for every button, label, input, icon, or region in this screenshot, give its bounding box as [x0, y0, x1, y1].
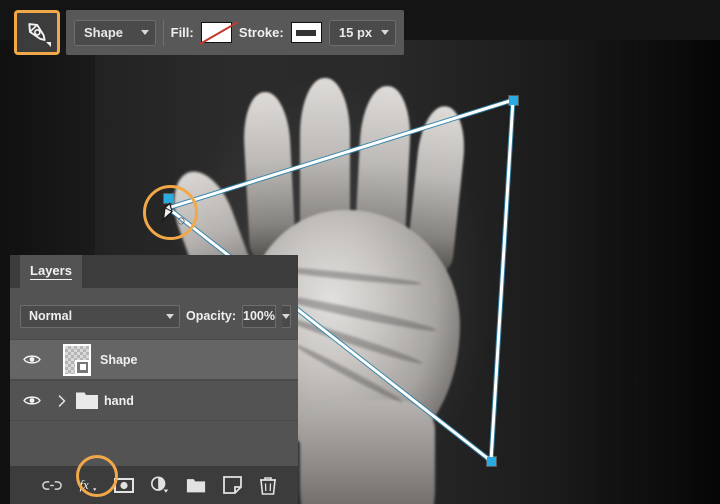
delete-layer-icon[interactable]	[258, 475, 278, 495]
new-group-icon[interactable]	[186, 475, 206, 495]
vector-shape-thumbnail	[63, 343, 91, 376]
stroke-swatch[interactable]	[290, 22, 322, 43]
chevron-down-icon	[166, 313, 174, 319]
vector-mask-icon	[75, 359, 90, 375]
layer-row-hand[interactable]: hand	[10, 380, 298, 421]
photoshop-window: Shape Fill: Stroke: 15 px Layers Normal …	[0, 0, 720, 504]
eye-icon	[23, 396, 41, 405]
fill-label: Fill:	[170, 25, 194, 40]
chevron-down-icon	[381, 30, 389, 35]
layer-name-shape: Shape	[100, 352, 138, 367]
pen-tool-icon	[28, 22, 51, 47]
layer-name-hand: hand	[104, 393, 134, 408]
divider	[162, 19, 164, 46]
layers-panel: Layers Normal Opacity: 100% Shape hand f…	[10, 255, 298, 504]
opacity-input[interactable]: 100%	[242, 304, 276, 328]
stroke-label: Stroke:	[238, 25, 284, 40]
layers-bottom-toolbar: fx	[10, 466, 298, 504]
chevron-down-icon	[282, 313, 290, 319]
folder-icon	[76, 392, 98, 409]
shape-mode-value: Shape	[84, 25, 124, 40]
anchor-point-highlight	[143, 185, 198, 240]
eye-icon	[23, 355, 41, 364]
layer-thumbnail-shape[interactable]	[54, 343, 100, 376]
stroke-width-value: 15 px	[338, 25, 373, 40]
fill-swatch[interactable]	[199, 21, 239, 45]
link-layers-icon[interactable]	[42, 475, 62, 495]
photo-right-edge	[634, 40, 720, 504]
opacity-label: Opacity:	[186, 309, 237, 323]
path-anchor-top-right[interactable]	[509, 96, 518, 105]
solid-stroke-icon	[296, 29, 317, 36]
adjustment-layer-icon[interactable]	[150, 475, 170, 495]
path-anchor-bottom[interactable]	[487, 457, 496, 466]
stroke-width-dropdown[interactable]: 15 px	[328, 19, 396, 46]
layer-visibility-toggle[interactable]	[10, 394, 54, 407]
blend-opacity-row: Normal Opacity: 100%	[10, 300, 298, 332]
chevron-down-icon	[140, 30, 149, 35]
tab-layers[interactable]: Layers	[20, 255, 82, 288]
shape-mode-dropdown[interactable]: Shape	[74, 19, 156, 46]
blend-mode-dropdown[interactable]: Normal	[20, 304, 180, 328]
blend-mode-value: Normal	[29, 309, 73, 323]
layer-list: Shape hand	[10, 339, 298, 421]
layer-row-shape[interactable]: Shape	[10, 339, 298, 380]
opacity-value: 100%	[243, 309, 275, 323]
panel-tab-strip: Layers	[10, 255, 298, 288]
group-expand-toggle[interactable]	[54, 394, 70, 407]
fx-button-highlight	[76, 455, 118, 497]
chevron-right-icon	[58, 394, 66, 407]
tool-options-bar: Shape Fill: Stroke: 15 px	[66, 10, 404, 55]
tab-layers-label: Layers	[30, 263, 72, 280]
new-layer-icon[interactable]	[222, 475, 242, 495]
layer-thumbnail-folder	[70, 391, 104, 410]
opacity-dropdown-button[interactable]	[282, 304, 291, 328]
pen-tool-button[interactable]	[14, 10, 60, 55]
hand-wrist	[300, 400, 435, 504]
layer-visibility-toggle[interactable]	[10, 353, 54, 366]
no-fill-slash-icon	[199, 21, 239, 45]
